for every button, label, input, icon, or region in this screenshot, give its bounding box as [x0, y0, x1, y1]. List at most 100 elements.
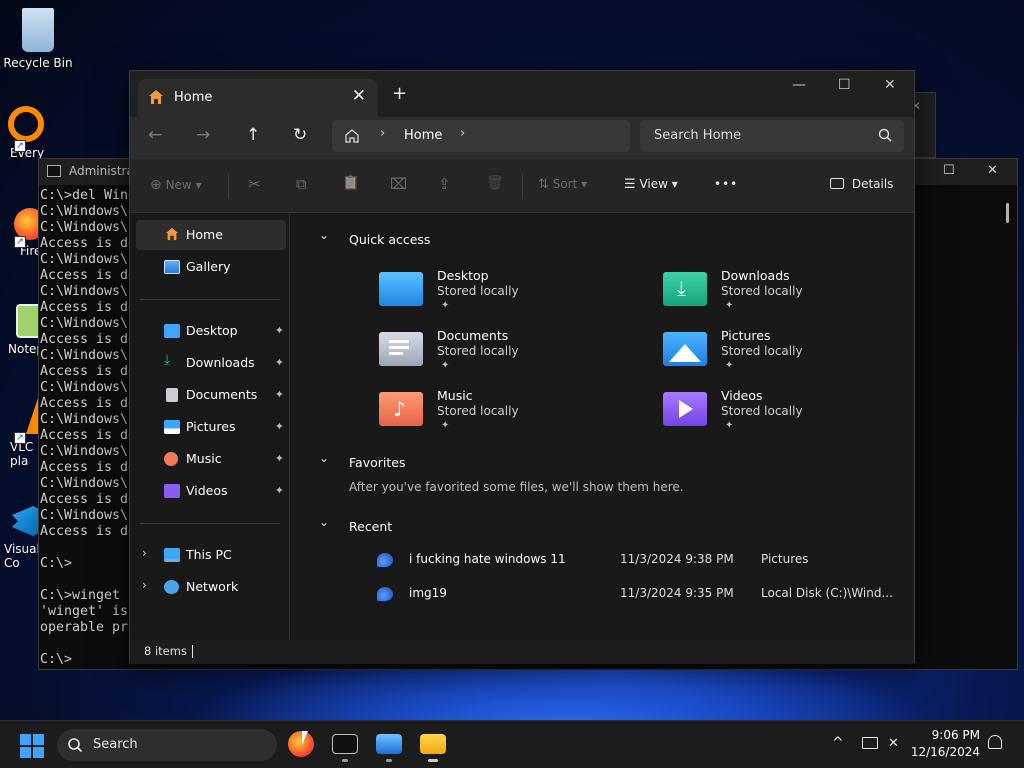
sidebar-item-network[interactable]: › Network	[136, 572, 286, 602]
quick-access-item[interactable]: Desktop Stored locally ✦	[379, 268, 609, 324]
pin-icon: ✦	[441, 360, 450, 371]
close-button[interactable]: ✕	[884, 77, 896, 93]
terminal-line: C:\Windows\	[40, 220, 129, 235]
section-title-recent[interactable]: Recent	[349, 519, 392, 534]
sidebar-item-desktop[interactable]: Desktop ✦	[136, 316, 286, 346]
up-button[interactable]: ↑	[246, 125, 260, 145]
terminal-line: C:\Windows\	[40, 348, 129, 363]
terminal-line: Access is de	[40, 300, 137, 315]
taskbar-search[interactable]: Search	[57, 729, 277, 761]
sidebar-item-downloads[interactable]: ⤓ Downloads ✦	[136, 348, 286, 378]
recent-file-row[interactable]: img19 11/3/2024 9:35 PM Local Disk (C:)\…	[377, 583, 897, 607]
sidebar-item-pictures[interactable]: Pictures ✦	[136, 412, 286, 442]
sidebar-item-videos[interactable]: Videos ✦	[136, 476, 286, 506]
cut-button[interactable]: ✂	[248, 175, 261, 193]
tab-home[interactable]: Home ✕	[138, 79, 378, 117]
item-status: Stored locally	[437, 344, 519, 358]
terminal-line: C:\Windows\	[40, 380, 129, 395]
expand-chevron-icon[interactable]: ›	[142, 546, 147, 560]
desktop-icon-recycle-bin[interactable]: Recycle Bin	[0, 8, 76, 70]
breadcrumb-home[interactable]: Home	[404, 128, 442, 143]
desktop-folder-icon	[164, 324, 180, 338]
start-button[interactable]	[20, 734, 44, 758]
sidebar-item-label: Home	[186, 227, 223, 242]
file-explorer-taskbar-icon[interactable]	[420, 734, 446, 754]
desktop-icon-everything[interactable]: ↗ Every	[0, 106, 44, 160]
collapse-chevron-icon[interactable]: ⌄	[319, 451, 329, 465]
close-icon[interactable]: ✕	[987, 163, 998, 178]
sidebar-item-label: This PC	[186, 547, 232, 562]
sort-icon: ⇅	[538, 177, 549, 192]
address-bar[interactable]: › Home ›	[332, 120, 630, 152]
collapse-chevron-icon[interactable]: ⌄	[319, 228, 329, 242]
sidebar-item-home[interactable]: Home	[136, 220, 286, 250]
sidebar-item-music[interactable]: Music ✦	[136, 444, 286, 474]
tab-close-icon[interactable]: ✕	[352, 86, 366, 106]
terminal-line: Access is de	[40, 268, 137, 283]
terminal-taskbar-icon[interactable]	[332, 734, 358, 754]
terminal-scrollbar[interactable]	[1006, 203, 1009, 223]
breadcrumb-chevron-icon[interactable]: ›	[460, 126, 465, 141]
pin-icon: ✦	[441, 300, 450, 311]
terminal-output[interactable]: C:\>del Wind C:\Windows\ C:\Windows\ Access…	[40, 188, 136, 668]
view-label: View	[639, 177, 668, 191]
sidebar-item-this-pc[interactable]: › This PC	[136, 540, 286, 570]
sort-button[interactable]: ⇅ Sort ▾	[538, 177, 587, 192]
explorer-titlebar[interactable]: Home ✕ + — ☐ ✕	[130, 71, 914, 117]
paste-button[interactable]: 📋	[342, 175, 359, 191]
file-explorer-window[interactable]: Home ✕ + — ☐ ✕ ← → ↑ ↻ › Home › Search H…	[129, 70, 915, 664]
clock-date[interactable]: 12/16/2024	[911, 745, 980, 759]
sidebar-item-gallery[interactable]: Gallery	[136, 252, 286, 282]
forward-button[interactable]: →	[196, 125, 210, 145]
minimize-button[interactable]: —	[792, 77, 806, 93]
show-hidden-icons-button[interactable]: ^	[832, 735, 844, 751]
sidebar-item-documents[interactable]: Documents ✦	[136, 380, 286, 410]
notification-bell-icon[interactable]	[988, 735, 1002, 749]
search-icon	[68, 738, 83, 753]
command-bar: ⊕ New ▾ ✂ ⧉ 📋 ⌧ ⇪ 🗑 ⇅ Sort ▾ ☰ View ▾ ••…	[130, 159, 914, 213]
view-button[interactable]: ☰ View ▾	[624, 177, 678, 192]
breadcrumb-chevron-icon[interactable]: ›	[380, 126, 385, 141]
doc-line	[389, 352, 403, 355]
maximize-button[interactable]: ☐	[838, 77, 851, 93]
share-button[interactable]: ⇪	[438, 175, 451, 193]
search-box[interactable]: Search Home	[640, 120, 904, 152]
recent-file-row[interactable]: i fucking hate windows 11 11/3/2024 9:38…	[377, 549, 897, 573]
network-status-icon[interactable]	[862, 737, 878, 749]
item-name: Downloads	[721, 268, 790, 283]
quick-access-item[interactable]: Videos Stored locally ✦	[663, 388, 893, 444]
pin-icon: ✦	[274, 324, 284, 337]
home-outline-icon	[345, 129, 359, 143]
quick-access-item[interactable]: Pictures Stored locally ✦	[663, 328, 893, 384]
quick-access-item[interactable]: Documents Stored locally ✦	[379, 328, 609, 384]
download-arrow-icon: ⤓	[164, 352, 171, 368]
back-button[interactable]: ←	[148, 125, 162, 145]
new-tab-button[interactable]: +	[392, 83, 407, 104]
delete-button[interactable]: 🗑	[486, 175, 504, 191]
recent-file-location: Pictures	[761, 552, 809, 566]
clock-time[interactable]: 9:06 PM	[932, 728, 980, 742]
collapse-chevron-icon[interactable]: ⌄	[319, 515, 329, 529]
details-button[interactable]: Details	[830, 177, 893, 191]
speaker-muted-icon[interactable]: ✕	[888, 736, 899, 751]
photos-taskbar-icon[interactable]	[376, 734, 402, 754]
quick-access-item[interactable]: ⤓ Downloads Stored locally ✦	[663, 268, 893, 324]
expand-chevron-icon[interactable]: ›	[142, 578, 147, 592]
desktop-icon-firefox[interactable]: ↗ Fire	[0, 208, 46, 258]
desktop-icon-vlc[interactable]: ↗ VLC r pla	[0, 398, 50, 468]
windows-logo-icon	[20, 747, 31, 758]
section-title-favorites[interactable]: Favorites	[349, 455, 405, 470]
refresh-button[interactable]: ↻	[293, 125, 307, 145]
maximize-icon[interactable]: ☐	[943, 163, 955, 178]
desktop-icon-notepad[interactable]: Notep	[0, 304, 44, 356]
quick-access-item[interactable]: ♪ Music Stored locally ✦	[379, 388, 609, 444]
desktop-icon-vscode[interactable]: Visual Co	[0, 506, 42, 570]
firefox-taskbar-icon[interactable]	[288, 731, 314, 757]
shortcut-arrow-icon: ↗	[14, 432, 26, 444]
new-button[interactable]: ⊕ New ▾	[150, 177, 202, 193]
more-options-button[interactable]: •••	[714, 177, 738, 191]
copy-button[interactable]: ⧉	[296, 175, 307, 193]
pictures-folder-icon	[663, 332, 707, 366]
rename-button[interactable]: ⌧	[390, 175, 407, 193]
section-title-quick-access[interactable]: Quick access	[349, 232, 430, 247]
